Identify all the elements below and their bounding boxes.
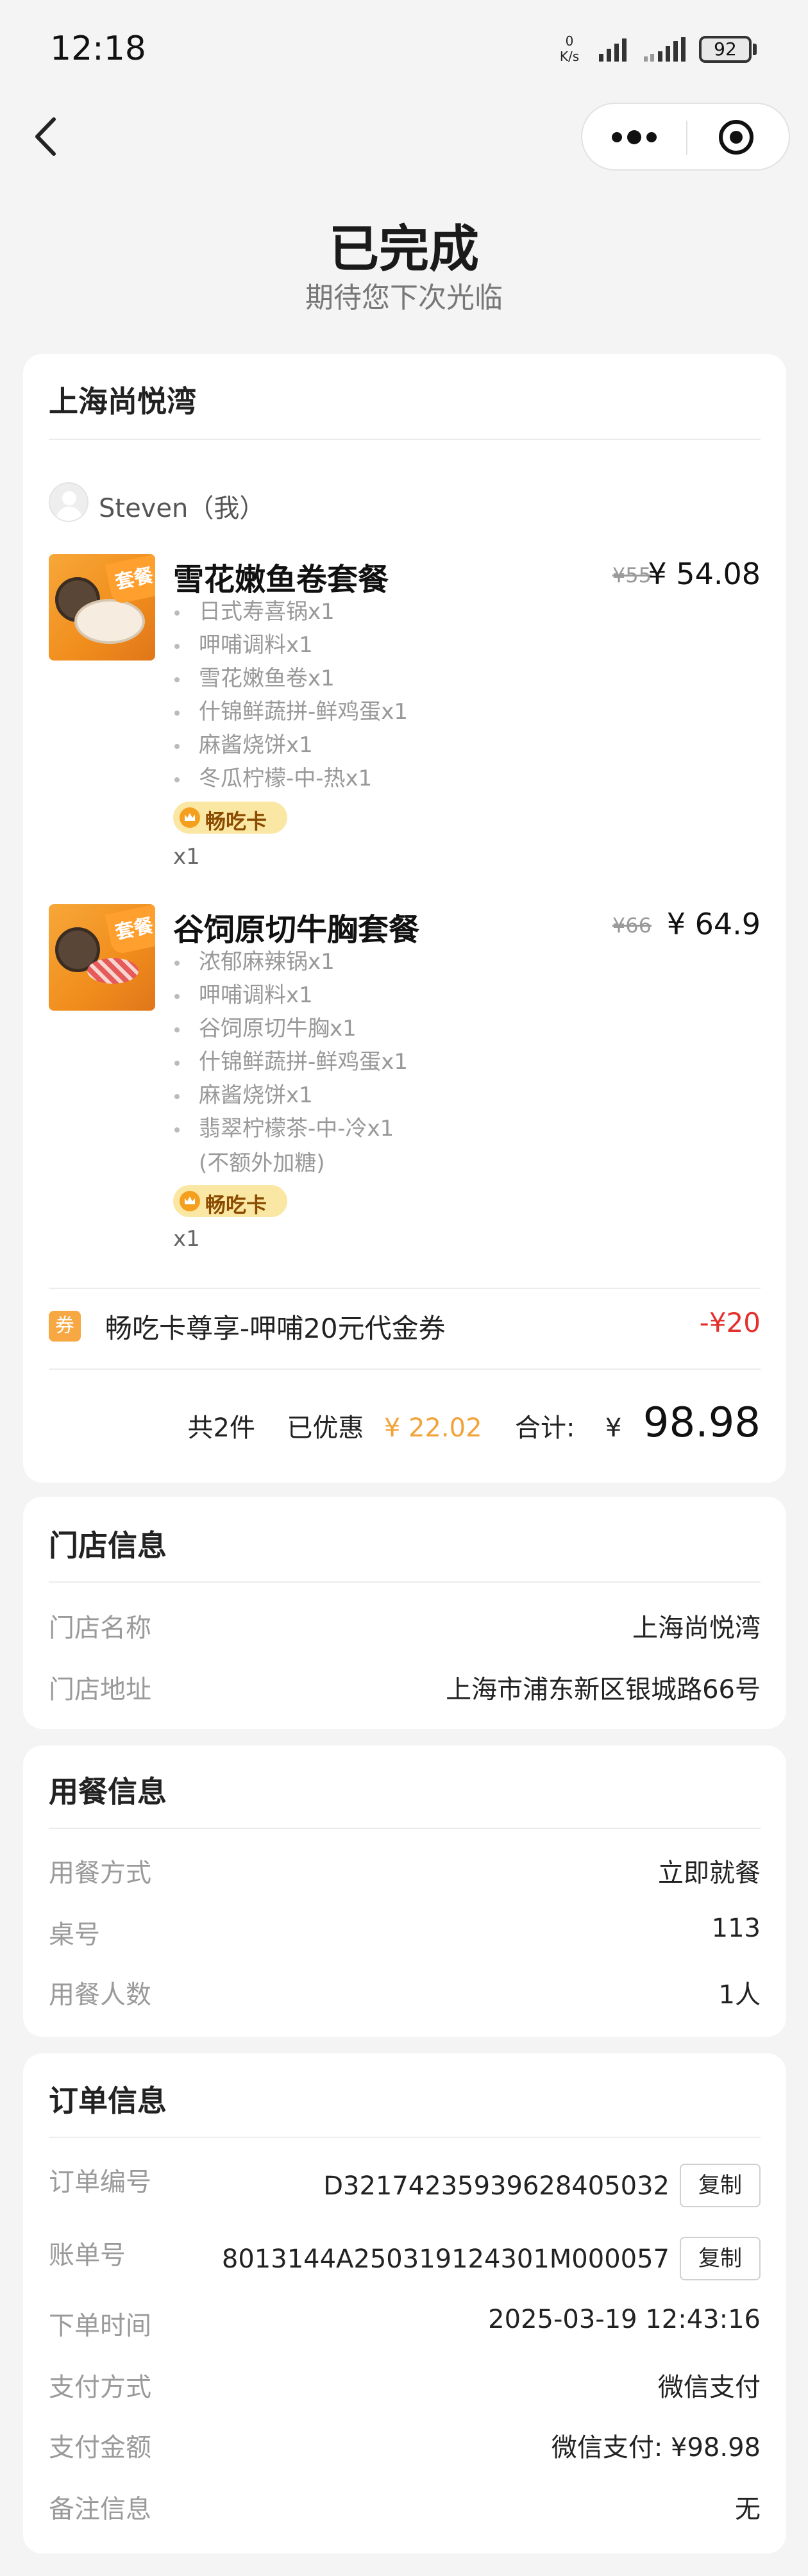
order-total-row: 共2件 已优惠 ¥ 22.02 合计: ¥ 98.98 xyxy=(188,1399,761,1451)
copy-order-number-button[interactable]: 复制 xyxy=(680,2164,761,2207)
store-info-card: 门店信息 门店名称 上海尚悦湾 门店地址 上海市浦东新区银城路66号 xyxy=(23,1497,786,1729)
network-speed: 0 K/s xyxy=(553,33,586,64)
signal-icon-secondary xyxy=(644,37,686,62)
user-name: Steven（我） xyxy=(99,494,265,523)
unlimited-card-badge: 畅吃卡 xyxy=(173,802,287,834)
order-number-row: 订单编号 D32174235939628405032 复制 xyxy=(49,2161,761,2207)
network-speed-value: 0 xyxy=(565,33,574,49)
bill-number: 8013144A250319124301M000057 xyxy=(221,2244,669,2274)
item-price: ¥ 54.08 xyxy=(648,557,761,591)
store-name-heading: 上海尚悦湾 xyxy=(49,384,196,419)
order-item: 套餐 雪花嫩鱼卷套餐 ¥55 ¥ 54.08 日式寿喜锅x1 呷哺调料x1 雪花… xyxy=(49,554,761,875)
close-target-icon[interactable] xyxy=(717,118,755,156)
component-item: 日式寿喜锅x1 xyxy=(173,595,408,628)
battery-tip xyxy=(753,44,757,55)
item-components: 日式寿喜锅x1 呷哺调料x1 雪花嫩鱼卷x1 什锦鲜蔬拼-鲜鸡蛋x1 麻酱烧饼x… xyxy=(173,595,408,795)
status-bar: 12:18 0 K/s 92 xyxy=(0,0,808,96)
item-quantity: x1 xyxy=(173,844,200,870)
order-item: 套餐 谷饲原切牛胸套餐 ¥66 ¥ 64.9 浓郁麻辣锅x1 呷哺调料x1 谷饲… xyxy=(49,904,761,1252)
total-amount: 98.98 xyxy=(643,1399,761,1447)
component-item: 呷哺调料x1 xyxy=(173,628,408,662)
payment-amount-row: 支付金额 微信支付: ¥98.98 xyxy=(49,2433,761,2462)
remarks-row: 备注信息 无 xyxy=(49,2495,761,2524)
crown-icon xyxy=(180,807,200,828)
order-time-row: 下单时间 2025-03-19 12:43:16 xyxy=(49,2305,761,2341)
order-status-subtitle: 期待您下次光临 xyxy=(305,282,503,314)
divider xyxy=(49,1368,761,1370)
divider xyxy=(49,439,761,440)
divider xyxy=(49,1581,761,1583)
component-item: 什锦鲜蔬拼-鲜鸡蛋x1 xyxy=(173,695,408,728)
thumbnail-tag: 套餐 xyxy=(105,904,155,955)
divider xyxy=(49,1288,761,1289)
component-item: 什锦鲜蔬拼-鲜鸡蛋x1 xyxy=(173,1045,408,1079)
component-item: 麻酱烧饼x1 xyxy=(173,1079,408,1112)
item-name: 谷饲原切牛胸套餐 xyxy=(173,912,420,948)
signal-icon xyxy=(599,38,627,62)
order-info-title: 订单信息 xyxy=(49,2084,167,2118)
item-count: 共2件 xyxy=(187,1413,255,1443)
order-card: 上海尚悦湾 Steven（我） 套餐 雪花嫩鱼卷套餐 ¥55 ¥ 54.08 日… xyxy=(23,354,786,1483)
discount-amount: ¥ 22.02 xyxy=(383,1413,482,1443)
discount-label: 已优惠 xyxy=(287,1413,364,1443)
mini-program-capsule xyxy=(581,103,790,171)
dining-mode-row: 用餐方式 立即就餐 xyxy=(49,1858,761,1888)
item-original-price: ¥55 xyxy=(612,563,652,587)
payment-method-row: 支付方式 微信支付 xyxy=(49,2373,761,2402)
capsule-divider xyxy=(686,121,687,155)
divider xyxy=(49,2137,761,2138)
component-note: (不额外加糖) xyxy=(199,1150,325,1176)
crown-icon xyxy=(180,1191,200,1211)
avatar xyxy=(49,482,88,522)
order-number: D32174235939628405032 xyxy=(323,2171,669,2201)
thumbnail-tag: 套餐 xyxy=(105,554,155,605)
unlimited-card-badge: 畅吃卡 xyxy=(173,1185,287,1217)
status-time: 12:18 xyxy=(50,29,146,68)
coupon-amount: -¥20 xyxy=(699,1307,761,1338)
store-name-row: 门店名称 上海尚悦湾 xyxy=(49,1613,761,1643)
component-item: 冬瓜柠檬-中-热x1 xyxy=(173,762,408,795)
more-dots-icon[interactable] xyxy=(605,118,663,156)
coupon-row: 券 畅吃卡尊享-呷哺20元代金券 -¥20 xyxy=(49,1306,761,1344)
component-item: 翡翠柠檬茶-中-冷x1 xyxy=(173,1112,408,1145)
dining-info-title: 用餐信息 xyxy=(49,1774,167,1809)
item-quantity: x1 xyxy=(173,1226,200,1252)
back-arrow-icon[interactable] xyxy=(28,114,64,159)
item-price: ¥ 64.9 xyxy=(666,907,761,941)
item-name: 雪花嫩鱼卷套餐 xyxy=(173,562,389,598)
component-item: 呷哺调料x1 xyxy=(173,979,408,1012)
battery-icon: 92 xyxy=(699,36,752,63)
dining-info-card: 用餐信息 用餐方式 立即就餐 桌号 113 用餐人数 1人 xyxy=(23,1746,786,2037)
store-address-row: 门店地址 上海市浦东新区银城路66号 xyxy=(49,1675,761,1705)
bill-number-row: 账单号 8013144A250319124301M000057 复制 xyxy=(49,2234,761,2280)
item-original-price: ¥66 xyxy=(612,913,652,938)
coupon-label: 畅吃卡尊享-呷哺20元代金券 xyxy=(105,1313,446,1344)
copy-bill-number-button[interactable]: 复制 xyxy=(680,2237,761,2280)
coupon-icon: 券 xyxy=(49,1311,81,1342)
network-speed-unit: K/s xyxy=(559,49,580,64)
item-thumbnail: 套餐 xyxy=(49,554,155,661)
total-currency: ¥ xyxy=(605,1413,622,1443)
table-number-row: 桌号 113 xyxy=(49,1914,761,1949)
component-item: 谷饲原切牛胸x1 xyxy=(173,1012,408,1045)
order-info-card: 订单信息 订单编号 D32174235939628405032 复制 账单号 8… xyxy=(23,2053,786,2554)
order-status-title: 已完成 xyxy=(328,221,479,278)
item-components: 浓郁麻辣锅x1 呷哺调料x1 谷饲原切牛胸x1 什锦鲜蔬拼-鲜鸡蛋x1 麻酱烧饼… xyxy=(173,945,408,1145)
store-info-title: 门店信息 xyxy=(49,1528,167,1563)
party-size-row: 用餐人数 1人 xyxy=(49,1980,761,2010)
component-item: 浓郁麻辣锅x1 xyxy=(173,945,408,979)
divider xyxy=(49,1828,761,1829)
component-item: 雪花嫩鱼卷x1 xyxy=(173,662,408,695)
component-item: 麻酱烧饼x1 xyxy=(173,728,408,762)
item-thumbnail: 套餐 xyxy=(49,904,155,1011)
total-label: 合计: xyxy=(514,1413,575,1443)
